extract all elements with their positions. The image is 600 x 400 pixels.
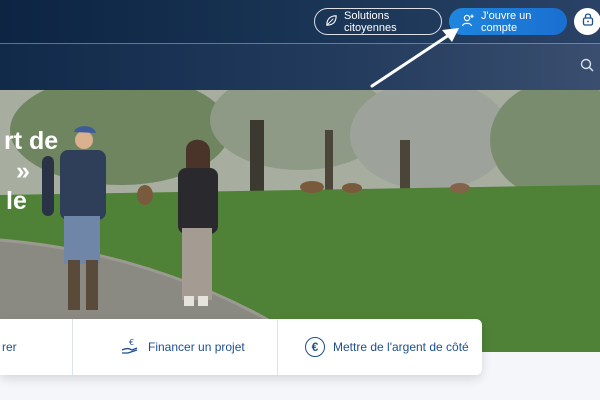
page: Solutions citoyennes J'ouvre un compte r…	[0, 0, 600, 400]
hero-title: rt de » le	[0, 126, 58, 216]
solutions-citoyennes-button[interactable]: Solutions citoyennes	[314, 8, 442, 35]
hero-title-line-3: le	[6, 187, 27, 215]
svg-text:€: €	[129, 338, 134, 347]
search-icon[interactable]	[580, 58, 596, 74]
quick-link-mettre-de-l-argent-de-cote[interactable]: € Mettre de l'argent de côté	[305, 319, 469, 375]
quick-link-label: rer	[2, 340, 17, 354]
lock-icon	[582, 12, 594, 31]
quick-link-divider	[277, 319, 278, 375]
open-account-label: J'ouvre un compte	[481, 9, 532, 34]
hero-image: rt de » le	[0, 90, 600, 352]
quick-link-financer-un-projet[interactable]: € Financer un projet	[120, 319, 245, 375]
hand-coin-icon: €	[120, 337, 140, 358]
euro-icon: €	[305, 337, 325, 357]
quick-link-label: Mettre de l'argent de côté	[333, 340, 469, 354]
hero-title-line-1: rt de	[4, 127, 59, 155]
top-header: Solutions citoyennes J'ouvre un compte	[0, 0, 600, 44]
leaf-icon	[325, 14, 338, 30]
nav-bar	[0, 44, 600, 90]
open-account-button[interactable]: J'ouvre un compte	[449, 8, 567, 35]
login-button[interactable]	[574, 8, 600, 35]
quick-links-bar: rer € Financer un projet € Mettre de l'a…	[0, 319, 482, 375]
quick-link-0[interactable]: rer	[0, 319, 72, 375]
add-user-icon	[461, 13, 475, 30]
solutions-label: Solutions citoyennes	[344, 9, 397, 34]
quick-link-divider	[72, 319, 73, 375]
hero-scene	[0, 90, 600, 352]
quick-link-label: Financer un projet	[148, 340, 245, 354]
hero-title-line-2: »	[16, 157, 30, 185]
